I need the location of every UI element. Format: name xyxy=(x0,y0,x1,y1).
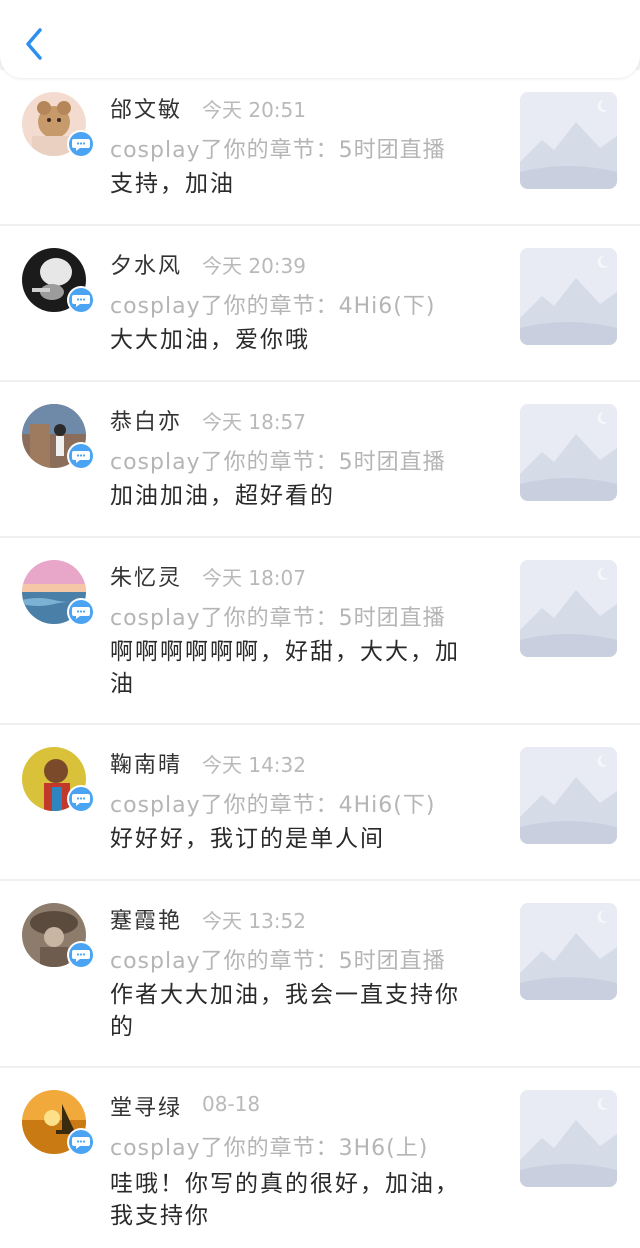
avatar[interactable] xyxy=(22,747,95,813)
chapter-thumbnail[interactable] xyxy=(520,404,617,501)
mountain-placeholder-icon xyxy=(520,248,617,345)
chapter-line: cosplay了你的章节：5时团直播 xyxy=(110,450,446,475)
user-name[interactable]: 夕水风 xyxy=(110,248,182,280)
chat-bubble-icon xyxy=(72,950,90,962)
chapter-thumbnail[interactable] xyxy=(520,903,617,1000)
chapter-line: cosplay了你的章节：5时团直播 xyxy=(110,949,446,974)
mountain-placeholder-icon xyxy=(520,560,617,657)
list-item[interactable]: 邰文敏 今天 20:51 cosplay了你的章节：5时团直播 支持，加油 xyxy=(0,70,640,226)
chat-bubble-icon xyxy=(72,607,90,619)
chapter-line: cosplay了你的章节：3H6(上) xyxy=(110,1136,429,1161)
avatar[interactable] xyxy=(22,248,95,314)
timestamp: 今天 18:07 xyxy=(202,566,306,590)
mountain-placeholder-icon xyxy=(520,92,617,189)
list-item[interactable]: 鞠南晴 今天 14:32 cosplay了你的章节：4Hi6(下) 好好好，我订… xyxy=(0,725,640,881)
user-name[interactable]: 蹇霞艳 xyxy=(110,903,182,935)
user-name[interactable]: 邰文敏 xyxy=(110,92,182,124)
chat-bubble-icon xyxy=(72,295,90,307)
comment-text: 大大加油，爱你哦 xyxy=(110,327,310,353)
mountain-placeholder-icon xyxy=(520,903,617,1000)
list-item[interactable]: 恭白亦 今天 18:57 cosplay了你的章节：5时团直播 加油加油，超好看… xyxy=(0,382,640,538)
list-item[interactable]: 夕水风 今天 20:39 cosplay了你的章节：4Hi6(下) 大大加油，爱… xyxy=(0,226,640,382)
chapter-thumbnail[interactable] xyxy=(520,560,617,657)
comment-text: 加油加油，超好看的 xyxy=(110,483,335,509)
avatar[interactable] xyxy=(22,404,95,470)
mountain-placeholder-icon xyxy=(520,1090,617,1187)
user-name[interactable]: 堂寻绿 xyxy=(110,1090,182,1122)
list-item[interactable]: 蹇霞艳 今天 13:52 cosplay了你的章节：5时团直播 作者大大加油，我… xyxy=(0,881,640,1068)
chat-bubble-icon xyxy=(72,139,90,151)
timestamp: 今天 14:32 xyxy=(202,753,306,777)
list-item[interactable]: 朱忆灵 今天 18:07 cosplay了你的章节：5时团直播 啊啊啊啊啊啊，好… xyxy=(0,538,640,725)
avatar[interactable] xyxy=(22,903,95,969)
comment-text: 哇哦！你写的真的很好，加油，我支持你 xyxy=(110,1171,460,1229)
timestamp: 今天 18:57 xyxy=(202,410,306,434)
list-item[interactable]: 堂寻绿 08-18 cosplay了你的章节：3H6(上) 哇哦！你写的真的很好… xyxy=(0,1068,640,1248)
user-name[interactable]: 鞠南晴 xyxy=(110,747,182,779)
user-name[interactable]: 朱忆灵 xyxy=(110,560,182,592)
chat-bubble-icon xyxy=(72,794,90,806)
chapter-line: cosplay了你的章节：5时团直播 xyxy=(110,606,446,631)
chat-bubble-icon xyxy=(72,1137,90,1149)
user-name[interactable]: 恭白亦 xyxy=(110,404,182,436)
chapter-line: cosplay了你的章节：4Hi6(下) xyxy=(110,793,436,818)
top-bar xyxy=(0,0,640,78)
chapter-line: cosplay了你的章节：4Hi6(下) xyxy=(110,294,436,319)
timestamp: 今天 13:52 xyxy=(202,909,306,933)
comment-text: 作者大大加油，我会一直支持你的 xyxy=(110,982,460,1040)
comment-text: 好好好，我订的是单人间 xyxy=(110,826,385,852)
chapter-thumbnail[interactable] xyxy=(520,92,617,189)
timestamp: 08-18 xyxy=(202,1092,261,1116)
avatar[interactable] xyxy=(22,92,95,158)
chat-bubble-icon xyxy=(72,451,90,463)
chevron-left-icon xyxy=(26,28,42,60)
chapter-line: cosplay了你的章节：5时团直播 xyxy=(110,138,446,163)
chapter-thumbnail[interactable] xyxy=(520,747,617,844)
comment-text: 支持，加油 xyxy=(110,171,235,197)
timestamp: 今天 20:39 xyxy=(202,254,306,278)
mountain-placeholder-icon xyxy=(520,404,617,501)
chapter-thumbnail[interactable] xyxy=(520,1090,617,1187)
timestamp: 今天 20:51 xyxy=(202,98,306,122)
avatar[interactable] xyxy=(22,560,95,626)
back-button[interactable] xyxy=(18,24,52,64)
comment-text: 啊啊啊啊啊啊，好甜，大大，加油 xyxy=(110,639,460,697)
avatar[interactable] xyxy=(22,1090,95,1156)
chapter-thumbnail[interactable] xyxy=(520,248,617,345)
comment-list: 邰文敏 今天 20:51 cosplay了你的章节：5时团直播 支持，加油 夕水… xyxy=(0,70,640,1248)
mountain-placeholder-icon xyxy=(520,747,617,844)
